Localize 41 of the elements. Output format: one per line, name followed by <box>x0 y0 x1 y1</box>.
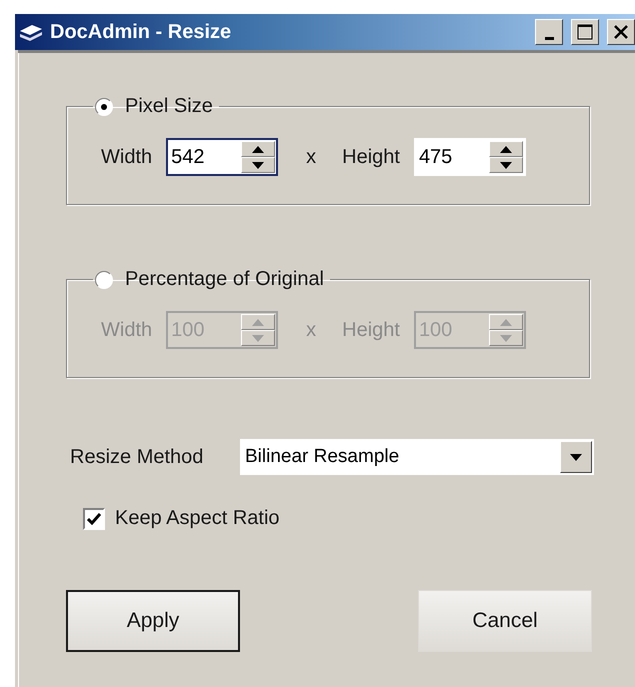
width-label: Width <box>101 146 152 168</box>
times-label: x <box>306 318 316 342</box>
number-field[interactable]: 475 <box>416 141 489 173</box>
height-label: Height <box>342 146 400 168</box>
up-arrow-icon <box>500 318 512 326</box>
spin-box[interactable]: 542 <box>166 138 278 176</box>
spin-up-button[interactable] <box>241 141 276 157</box>
radio-label: Pixel Size <box>125 95 213 118</box>
resize-method-label: Resize Method <box>70 446 204 468</box>
up-arrow-icon <box>252 146 264 152</box>
spin-down-button[interactable] <box>241 157 276 173</box>
resize-method-dropdown[interactable]: Bilinear Resample <box>240 439 594 475</box>
down-arrow-icon <box>500 162 512 168</box>
maximize-button[interactable] <box>571 19 599 45</box>
down-arrow-icon <box>500 334 512 342</box>
cancel-button[interactable]: Cancel <box>418 590 592 652</box>
spin-up-button[interactable] <box>488 141 523 157</box>
check-icon <box>87 512 101 524</box>
checkbox-label: Keep Aspect Ratio <box>115 507 280 530</box>
apply-button[interactable]: Apply <box>66 590 240 652</box>
up-arrow-icon <box>500 146 512 152</box>
radio-label: Percentage of Original <box>125 268 324 291</box>
down-arrow-icon <box>252 334 264 342</box>
minimize-icon <box>544 36 554 40</box>
width-label: Width <box>101 318 152 342</box>
number-field[interactable]: 542 <box>169 141 242 173</box>
close-button[interactable] <box>607 19 635 45</box>
down-arrow-icon <box>252 162 264 168</box>
times-label: x <box>306 146 316 168</box>
radio-button[interactable] <box>95 98 113 116</box>
up-arrow-icon <box>252 318 264 326</box>
minimize-button[interactable] <box>535 19 563 45</box>
checkbox[interactable] <box>83 508 105 530</box>
close-icon <box>614 25 628 39</box>
window-title: DocAdmin - Resize <box>50 20 232 44</box>
spin-box[interactable]: 475 <box>414 138 526 176</box>
dropdown-arrow-icon <box>570 454 582 460</box>
spin-down-button[interactable] <box>488 157 523 173</box>
maximize-icon <box>577 24 593 40</box>
scanner-icon <box>18 22 44 42</box>
height-label: Height <box>342 318 400 342</box>
